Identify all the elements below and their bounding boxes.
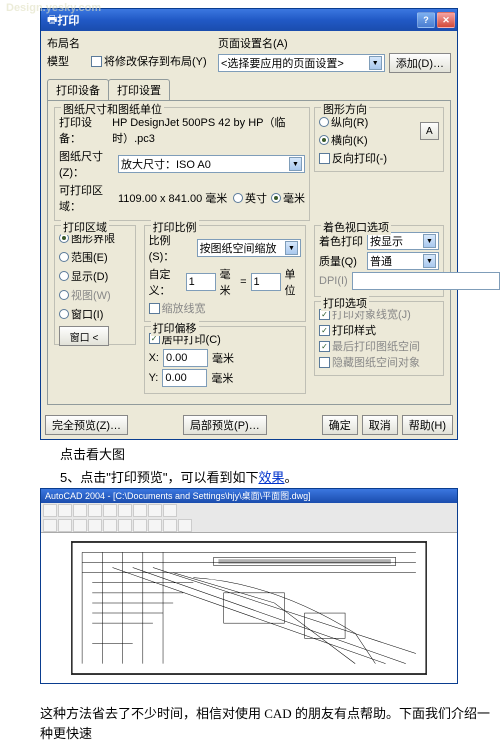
window-radio[interactable]: 窗口(I) <box>59 306 103 322</box>
partial-preview-button[interactable]: 局部预览(P)… <box>183 415 267 435</box>
toolbar-btn[interactable] <box>133 504 147 517</box>
effect-link[interactable]: 效果 <box>258 470 284 485</box>
chevron-down-icon: ▼ <box>285 241 298 255</box>
print-icon: 🖶 <box>47 11 57 30</box>
region-group: 打印区域 图形界限 范围(E) 显示(D) 视图(W) 窗口(I) 窗口 < <box>54 225 136 345</box>
opt-last-chk: ✓最后打印图纸空间 <box>319 338 420 354</box>
unit-mm-radio[interactable]: 毫米 <box>271 190 305 206</box>
scale-combo[interactable]: 按图纸空间缩放▼ <box>197 239 301 257</box>
extents-radio[interactable]: 范围(E) <box>59 249 108 265</box>
scale-lineweight-chk: 缩放线宽 <box>149 300 206 316</box>
print-dialog: Design.yesky.com 🖶 打印 ? ✕ 布局名 模型 将修改保存到布… <box>40 8 458 440</box>
offset-group: 打印偏移 ✓居中打印(C) X:毫米 Y:毫米 <box>144 326 306 394</box>
offset-y-input[interactable] <box>162 369 207 387</box>
tabs: 打印设备 打印设置 <box>47 79 451 100</box>
orient-preview-icon[interactable]: A <box>420 122 439 140</box>
add-button[interactable]: 添加(D)… <box>389 53 451 73</box>
cancel-button[interactable]: 取消 <box>362 415 398 435</box>
titlebar: 🖶 打印 ? ✕ <box>41 9 457 31</box>
toolbar-btn[interactable] <box>133 519 147 532</box>
toolbar-btn[interactable] <box>73 504 87 517</box>
caption-click: 点击看大图 <box>60 444 460 463</box>
offset-x-input[interactable] <box>163 349 208 367</box>
pageset-combo[interactable]: <选择要应用的页面设置>▼ <box>218 54 385 72</box>
toolbar-btn[interactable] <box>88 519 102 532</box>
display-radio[interactable]: 显示(D) <box>59 268 108 284</box>
layout-name-label: 布局名 <box>47 35 212 51</box>
cad-toolbar <box>41 503 457 533</box>
dpi-input <box>352 272 500 290</box>
toolbar-btn[interactable] <box>178 519 192 532</box>
quality-combo[interactable]: 普通▼ <box>367 252 439 270</box>
view-radio: 视图(W) <box>59 287 111 303</box>
toolbar-btn[interactable] <box>103 519 117 532</box>
tab-device[interactable]: 打印设备 <box>47 79 109 100</box>
toolbar-btn[interactable] <box>88 504 102 517</box>
chevron-down-icon: ▼ <box>423 234 436 248</box>
landscape-radio[interactable]: 横向(K) <box>319 132 368 148</box>
chevron-down-icon: ▼ <box>369 56 382 70</box>
dialog-title: 打印 <box>57 12 415 28</box>
tab-settings[interactable]: 打印设置 <box>108 79 170 100</box>
help-button[interactable]: ? <box>417 12 435 28</box>
toolbar-btn[interactable] <box>43 504 57 517</box>
options-group: 打印选项 ✓打印对象线宽(J) ✓打印样式 ✓最后打印图纸空间 隐藏图纸空间对象 <box>314 301 444 376</box>
drawing-svg <box>72 542 426 674</box>
cad-preview-window: AutoCAD 2004 - [C:\Documents and Setting… <box>40 488 458 684</box>
toolbar-btn[interactable] <box>58 504 72 517</box>
paper-group: 图纸尺寸和图纸单位 打印设备：HP DesignJet 500PS 42 by … <box>54 107 310 221</box>
toolbar-btn[interactable] <box>103 504 117 517</box>
pageset-label: 页面设置名(A) <box>218 35 451 51</box>
save-layout-checkbox[interactable]: 将修改保存到布局(Y) <box>91 53 207 69</box>
cad-drawing-area[interactable] <box>41 533 457 683</box>
toolbar-btn[interactable] <box>148 504 162 517</box>
close-button[interactable]: ✕ <box>437 12 455 28</box>
cad-titlebar: AutoCAD 2004 - [C:\Documents and Setting… <box>41 489 457 503</box>
toolbar-btn[interactable] <box>118 504 132 517</box>
scale-v2-input[interactable] <box>251 273 281 291</box>
button-bar: 完全预览(Z)… 局部预览(P)… 确定 取消 帮助(H) <box>41 411 457 439</box>
toolbar-btn[interactable] <box>43 519 57 532</box>
toolbar-btn[interactable] <box>118 519 132 532</box>
shade-group: 着色视口选项 着色打印按显示▼ 质量(Q)普通▼ DPI(I) <box>314 225 444 297</box>
opt-hide-chk: 隐藏图纸空间对象 <box>319 354 420 370</box>
model-label: 模型 <box>47 53 87 69</box>
chevron-down-icon: ▼ <box>423 254 436 268</box>
toolbar-btn[interactable] <box>58 519 72 532</box>
unit-inch-radio[interactable]: 英寸 <box>233 190 267 206</box>
toolbar-btn[interactable] <box>163 519 177 532</box>
toolbar-btn[interactable] <box>73 519 87 532</box>
chevron-down-icon: ▼ <box>289 157 302 171</box>
full-preview-button[interactable]: 完全预览(Z)… <box>45 415 128 435</box>
ok-button[interactable]: 确定 <box>322 415 358 435</box>
orient-group: 图形方向 纵向(R) 横向(K) A 反向打印(-) <box>314 107 444 172</box>
toolbar-btn[interactable] <box>148 519 162 532</box>
device-value: HP DesignJet 500PS 42 by HP（临时）.pc3 <box>112 114 305 146</box>
footer-paragraph: 这种方法省去了不少时间，相信对使用 CAD 的朋友有点帮助。下面我们介绍一种更快… <box>40 704 500 745</box>
window-pick-button[interactable]: 窗口 < <box>59 326 109 346</box>
printable-area: 1109.00 x 841.00 毫米 <box>118 190 229 206</box>
reverse-checkbox[interactable]: 反向打印(-) <box>319 150 387 166</box>
toolbar-btn[interactable] <box>163 504 177 517</box>
caption-step5: 5、点击"打印预览"，可以看到如下效果。 <box>60 467 460 486</box>
scale-v1-input[interactable] <box>186 273 216 291</box>
help-button[interactable]: 帮助(H) <box>402 415 453 435</box>
opt-style-chk[interactable]: ✓打印样式 <box>319 322 376 338</box>
paper-size-combo[interactable]: 放大尺寸：ISO A0▼ <box>118 155 305 173</box>
scale-group: 打印比例 比例(S)：按图纸空间缩放▼ 自定义： 毫米 = 单位 缩放线宽 <box>144 225 306 322</box>
